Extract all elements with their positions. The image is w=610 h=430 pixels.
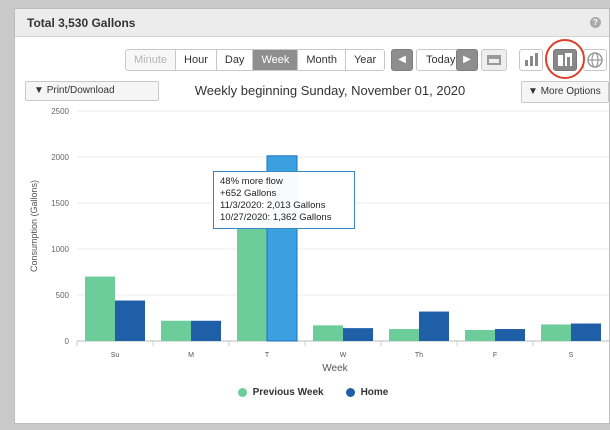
x-tick-label: Th <box>415 352 423 359</box>
y-tick-label: 0 <box>65 337 70 346</box>
water-usage-panel: Total 3,530 Gallons ? Minute Hour Day We… <box>14 8 610 424</box>
bar-home-su <box>115 300 145 341</box>
bar-previous-week-w <box>313 325 343 341</box>
bar-previous-week-th <box>389 329 419 341</box>
x-tick-label: Su <box>111 352 120 359</box>
bar-home-f <box>495 329 525 341</box>
x-axis-label: Week <box>322 363 348 374</box>
bar-previous-week-t <box>237 215 267 341</box>
tooltip-percent: 48% more flow <box>220 176 283 187</box>
y-tick-label: 1500 <box>51 199 69 208</box>
tooltip-difference: +652 Gallons <box>220 188 277 199</box>
legend-item-home[interactable]: Home <box>345 387 389 398</box>
y-tick-label: 500 <box>56 291 70 300</box>
legend-label-home: Home <box>360 387 389 398</box>
bar-previous-week-su <box>85 276 115 341</box>
bar-home-th <box>419 311 449 341</box>
bar-home-w <box>343 328 373 341</box>
y-axis-label: Consumption (Gallons) <box>29 180 39 272</box>
y-tick-label: 1000 <box>51 245 69 254</box>
x-tick-label: T <box>265 352 270 359</box>
legend-label-previous: Previous Week <box>252 387 324 398</box>
x-tick-label: W <box>340 352 347 359</box>
bar-previous-week-s <box>541 324 571 341</box>
x-tick-label: S <box>569 352 574 359</box>
tooltip-current: 11/3/2020: 2,013 Gallons <box>220 200 326 211</box>
legend-dot-home <box>345 388 355 397</box>
y-tick-label: 2000 <box>51 153 69 162</box>
chart-tooltip: 48% more flow +652 Gallons 11/3/2020: 2,… <box>213 171 355 229</box>
legend-dot-previous <box>237 388 247 397</box>
x-tick-label: F <box>493 352 497 359</box>
legend-item-previous-week[interactable]: Previous Week <box>237 387 324 398</box>
bar-home-s <box>571 323 601 341</box>
tooltip-previous: 10/27/2020: 1,362 Gallons <box>220 212 332 223</box>
y-tick-label: 2500 <box>51 107 69 116</box>
chart-legend: Previous Week Home <box>15 387 610 398</box>
x-tick-label: M <box>188 352 194 359</box>
bar-home-m <box>191 320 221 341</box>
bar-previous-week-f <box>465 329 495 341</box>
bar-previous-week-m <box>161 320 191 341</box>
